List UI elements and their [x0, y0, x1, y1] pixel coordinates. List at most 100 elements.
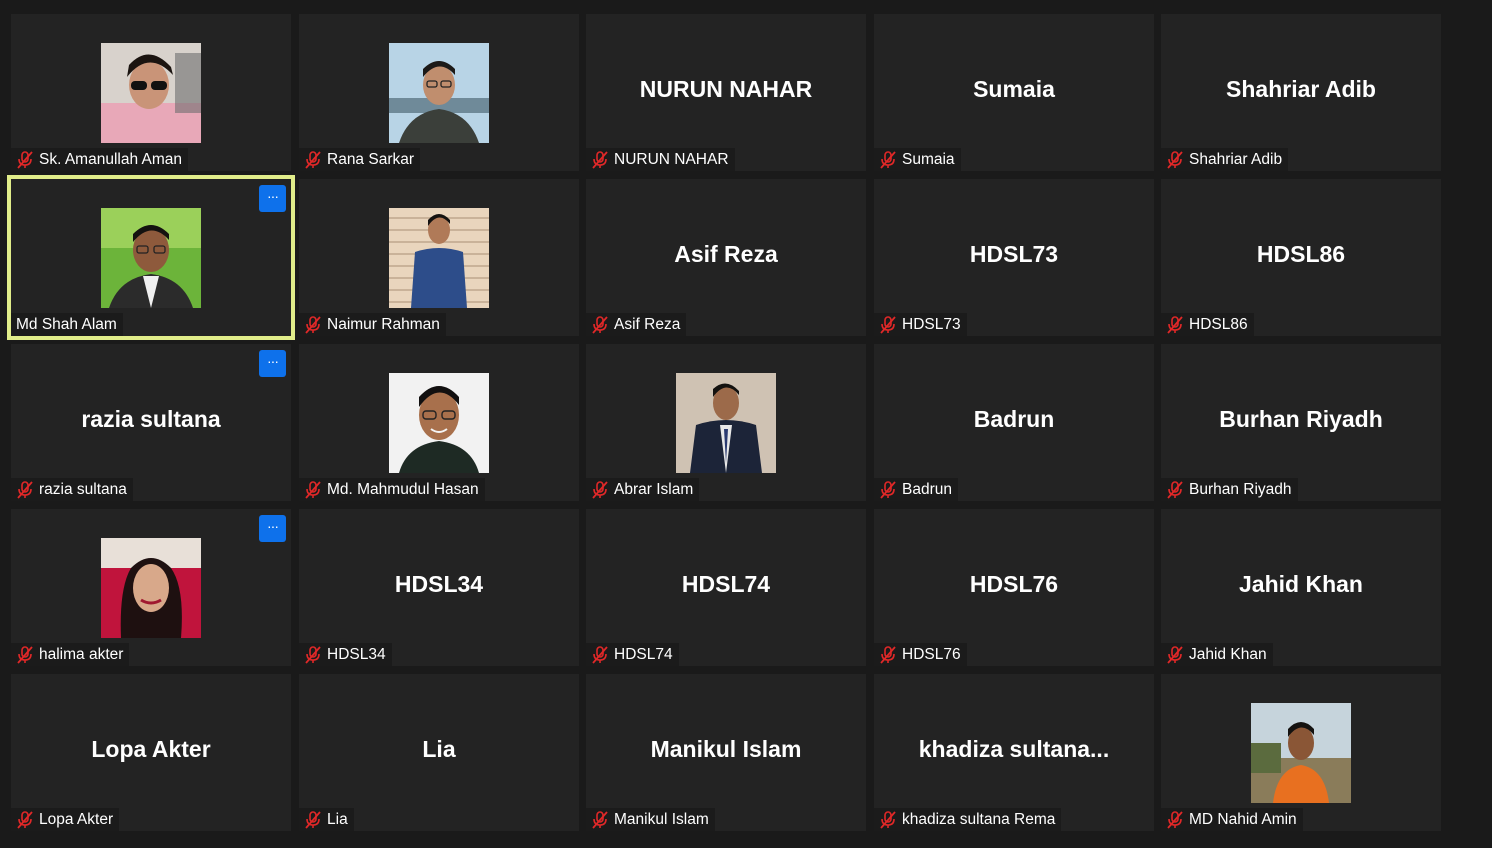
name-bar: Manikul Islam	[586, 808, 715, 831]
microphone-muted-icon	[592, 315, 608, 334]
microphone-muted-icon	[305, 645, 321, 664]
participant-tile[interactable]: Lopa Akter Lopa Akter	[11, 674, 291, 831]
avatar-photo	[101, 538, 201, 638]
microphone-muted-icon	[592, 810, 608, 829]
participant-name: Shahriar Adib	[1189, 150, 1283, 168]
participant-name: Asif Reza	[614, 315, 681, 333]
participant-name: Badrun	[902, 480, 952, 498]
name-bar: Lopa Akter	[11, 808, 120, 831]
participant-tile[interactable]: Naimur Rahman	[299, 179, 579, 336]
video-placeholder-name: NURUN NAHAR	[639, 76, 813, 102]
microphone-muted-icon	[305, 150, 321, 169]
video-placeholder-name: razia sultana	[81, 406, 221, 432]
more-options-icon[interactable]: ···	[259, 515, 286, 542]
participant-name: Lopa Akter	[39, 810, 114, 828]
video-placeholder-name: HDSL76	[969, 571, 1059, 597]
participant-tile[interactable]: NURUN NAHAR NURUN NAHAR	[586, 14, 866, 171]
participant-tile[interactable]: Md. Mahmudul Hasan	[299, 344, 579, 501]
participant-tile[interactable]: khadiza sultana... khadiza sultana Rema	[874, 674, 1154, 831]
participant-name: razia sultana	[39, 480, 127, 498]
participant-name: Sk. Amanullah Aman	[39, 150, 183, 168]
video-placeholder-name: Sumaia	[973, 76, 1055, 102]
participant-tile[interactable]: ··· halima akter	[11, 509, 291, 666]
video-placeholder-name: Jahid Khan	[1239, 571, 1363, 597]
video-placeholder-name: Asif Reza	[674, 241, 778, 267]
participant-name: Rana Sarkar	[327, 150, 415, 168]
participant-tile-active-speaker[interactable]: ··· Md Shah Alam	[7, 175, 295, 340]
participant-name: HDSL74	[614, 645, 673, 663]
participant-tile[interactable]: Asif Reza Asif Reza	[586, 179, 866, 336]
participant-tile[interactable]: ··· razia sultana razia sultana	[11, 344, 291, 501]
participant-name: Jahid Khan	[1189, 645, 1267, 663]
name-bar: MD Nahid Amin	[1161, 808, 1303, 831]
participant-tile[interactable]: Rana Sarkar	[299, 14, 579, 171]
participant-tile[interactable]: Burhan Riyadh Burhan Riyadh	[1161, 344, 1441, 501]
more-options-icon[interactable]: ···	[259, 185, 286, 212]
participant-tile[interactable]: MD Nahid Amin	[1161, 674, 1441, 831]
video-placeholder-name: HDSL74	[681, 571, 771, 597]
name-bar: HDSL74	[586, 643, 679, 666]
participant-name: Md. Mahmudul Hasan	[327, 480, 479, 498]
avatar-photo	[389, 208, 489, 308]
participant-tile[interactable]: HDSL86 HDSL86	[1161, 179, 1441, 336]
participant-name: Md Shah Alam	[16, 315, 117, 333]
name-bar: Md Shah Alam	[11, 313, 123, 336]
participant-name: HDSL76	[902, 645, 961, 663]
participant-name: HDSL86	[1189, 315, 1248, 333]
participant-tile[interactable]: Badrun Badrun	[874, 344, 1154, 501]
more-options-icon[interactable]: ···	[259, 350, 286, 377]
participant-tile[interactable]: Sumaia Sumaia	[874, 14, 1154, 171]
participant-name: HDSL34	[327, 645, 386, 663]
avatar-photo	[1251, 703, 1351, 803]
participant-name: Abrar Islam	[614, 480, 694, 498]
name-bar: Rana Sarkar	[299, 148, 421, 171]
name-bar: HDSL86	[1161, 313, 1254, 336]
microphone-muted-icon	[305, 315, 321, 334]
name-bar: Naimur Rahman	[299, 313, 446, 336]
participant-tile[interactable]: Lia Lia	[299, 674, 579, 831]
name-bar: Burhan Riyadh	[1161, 478, 1298, 501]
name-bar: Md. Mahmudul Hasan	[299, 478, 485, 501]
participant-tile[interactable]: Shahriar Adib Shahriar Adib	[1161, 14, 1441, 171]
participant-tile[interactable]: Sk. Amanullah Aman	[11, 14, 291, 171]
microphone-muted-icon	[592, 645, 608, 664]
name-bar: halima akter	[11, 643, 130, 666]
participant-name: MD Nahid Amin	[1189, 810, 1297, 828]
microphone-muted-icon	[592, 150, 608, 169]
participant-name: khadiza sultana Rema	[902, 810, 1056, 828]
video-placeholder-name: Lopa Akter	[91, 736, 211, 762]
microphone-muted-icon	[17, 480, 33, 499]
video-placeholder-name: Lia	[422, 736, 456, 762]
participant-name: Manikul Islam	[614, 810, 709, 828]
video-placeholder-name: Burhan Riyadh	[1219, 406, 1383, 432]
video-placeholder-name: Badrun	[973, 406, 1055, 432]
microphone-muted-icon	[305, 480, 321, 499]
avatar-photo	[101, 208, 201, 308]
participant-name: NURUN NAHAR	[614, 150, 729, 168]
name-bar: Lia	[299, 808, 354, 831]
microphone-muted-icon	[17, 150, 33, 169]
avatar-photo	[389, 43, 489, 143]
participant-tile[interactable]: HDSL73 HDSL73	[874, 179, 1154, 336]
participant-tile[interactable]: Manikul Islam Manikul Islam	[586, 674, 866, 831]
microphone-muted-icon	[880, 315, 896, 334]
video-placeholder-name: HDSL86	[1256, 241, 1346, 267]
microphone-muted-icon	[1167, 150, 1183, 169]
participant-name: Naimur Rahman	[327, 315, 440, 333]
microphone-muted-icon	[1167, 480, 1183, 499]
participant-name: HDSL73	[902, 315, 961, 333]
name-bar: Badrun	[874, 478, 958, 501]
name-bar: khadiza sultana Rema	[874, 808, 1062, 831]
participant-tile[interactable]: Jahid Khan Jahid Khan	[1161, 509, 1441, 666]
participant-tile[interactable]: HDSL74 HDSL74	[586, 509, 866, 666]
name-bar: Abrar Islam	[586, 478, 700, 501]
microphone-muted-icon	[17, 810, 33, 829]
participant-tile[interactable]: Abrar Islam	[586, 344, 866, 501]
microphone-muted-icon	[880, 150, 896, 169]
video-placeholder-name: khadiza sultana...	[918, 736, 1110, 762]
participant-tile[interactable]: HDSL76 HDSL76	[874, 509, 1154, 666]
participant-tile[interactable]: HDSL34 HDSL34	[299, 509, 579, 666]
name-bar: Sumaia	[874, 148, 961, 171]
name-bar: Shahriar Adib	[1161, 148, 1289, 171]
name-bar: NURUN NAHAR	[586, 148, 735, 171]
